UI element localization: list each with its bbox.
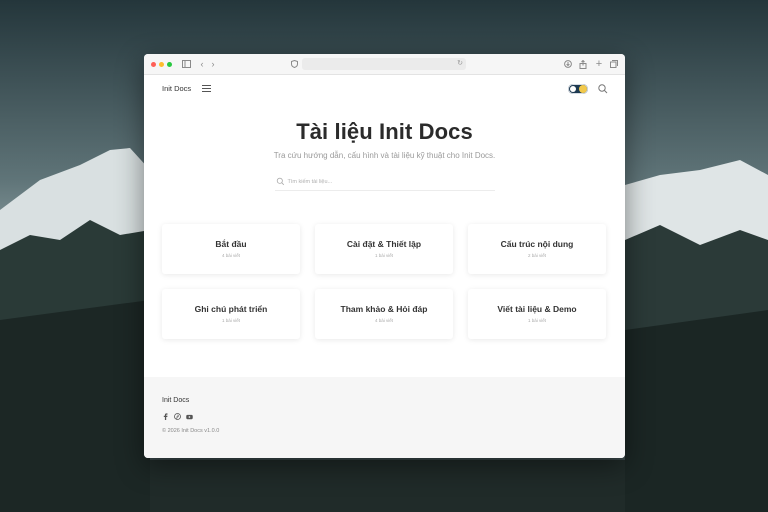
category-count: 4 bài viết	[374, 318, 393, 323]
category-count: 1 bài viết	[221, 318, 240, 323]
browser-toolbar: ‹ › ↻ +	[144, 54, 625, 75]
site-footer: Init Docs © 2026 Init Docs v1.0.0	[144, 377, 625, 458]
docs-search-input[interactable]: Tìm kiếm tài liệu...	[274, 176, 495, 191]
download-icon[interactable]	[562, 58, 574, 70]
category-count: 1 bài viết	[374, 253, 393, 258]
category-title: Ghi chú phát triển	[194, 304, 268, 314]
reload-icon[interactable]: ↻	[457, 59, 463, 67]
browser-window: ‹ › ↻ + Init Docs Tài liệu Init Docs Tra…	[144, 54, 625, 458]
address-bar[interactable]: ↻	[302, 58, 466, 70]
search-icon	[276, 177, 284, 186]
minimize-window-button[interactable]	[159, 61, 164, 67]
site-logo[interactable]: Init Docs	[162, 84, 191, 93]
category-card[interactable]: Cấu trúc nội dung 2 bài viết	[468, 224, 606, 274]
menu-icon[interactable]	[202, 85, 211, 92]
category-count: 2 bài viết	[527, 253, 546, 258]
forward-icon[interactable]: ›	[207, 58, 219, 70]
youtube-icon[interactable]	[186, 413, 193, 420]
category-card[interactable]: Cài đặt & Thiết lập 1 bài viết	[315, 224, 453, 274]
share-icon[interactable]	[577, 58, 589, 70]
category-card[interactable]: Ghi chú phát triển 1 bài viết	[162, 289, 300, 339]
page-subtitle: Tra cứu hướng dẫn, cấu hình và tài liệu …	[273, 151, 496, 160]
privacy-shield-icon[interactable]	[288, 58, 300, 70]
category-card[interactable]: Tham khảo & Hỏi đáp 4 bài viết	[315, 289, 453, 339]
category-card[interactable]: Bắt đầu 4 bài viết	[162, 224, 300, 274]
category-count: 4 bài viết	[221, 253, 240, 258]
facebook-icon[interactable]	[162, 413, 169, 420]
category-grid: Bắt đầu 4 bài viết Cài đặt & Thiết lập 1…	[162, 224, 607, 339]
site-header: Init Docs	[144, 75, 625, 104]
close-window-button[interactable]	[151, 61, 156, 67]
category-card[interactable]: Viết tài liệu & Demo 1 bài viết	[468, 289, 606, 339]
category-count: 1 bài viết	[527, 318, 546, 323]
category-title: Tham khảo & Hỏi đáp	[340, 304, 428, 314]
category-title: Bắt đầu	[215, 239, 247, 249]
new-tab-icon[interactable]: +	[593, 58, 605, 70]
theme-toggle[interactable]	[568, 84, 588, 94]
sidebar-icon[interactable]	[180, 58, 192, 70]
page-title: Tài liệu Init Docs	[296, 119, 473, 144]
category-title: Viết tài liệu & Demo	[497, 304, 577, 314]
sun-icon	[579, 85, 587, 93]
search-icon[interactable]	[597, 83, 609, 95]
category-title: Cài đặt & Thiết lập	[346, 239, 422, 249]
zoom-window-button[interactable]	[167, 61, 172, 67]
moon-icon	[570, 86, 576, 92]
pinterest-icon[interactable]	[174, 413, 181, 420]
category-title: Cấu trúc nội dung	[500, 239, 574, 249]
social-links	[162, 413, 193, 420]
search-placeholder: Tìm kiếm tài liệu...	[287, 179, 333, 185]
hero-section: Tài liệu Init Docs Tra cứu hướng dẫn, cấ…	[144, 104, 625, 191]
footer-brand: Init Docs	[162, 397, 190, 404]
copyright-text: © 2026 Init Docs v1.0.0	[162, 428, 220, 434]
tabs-overview-icon[interactable]	[608, 58, 620, 70]
